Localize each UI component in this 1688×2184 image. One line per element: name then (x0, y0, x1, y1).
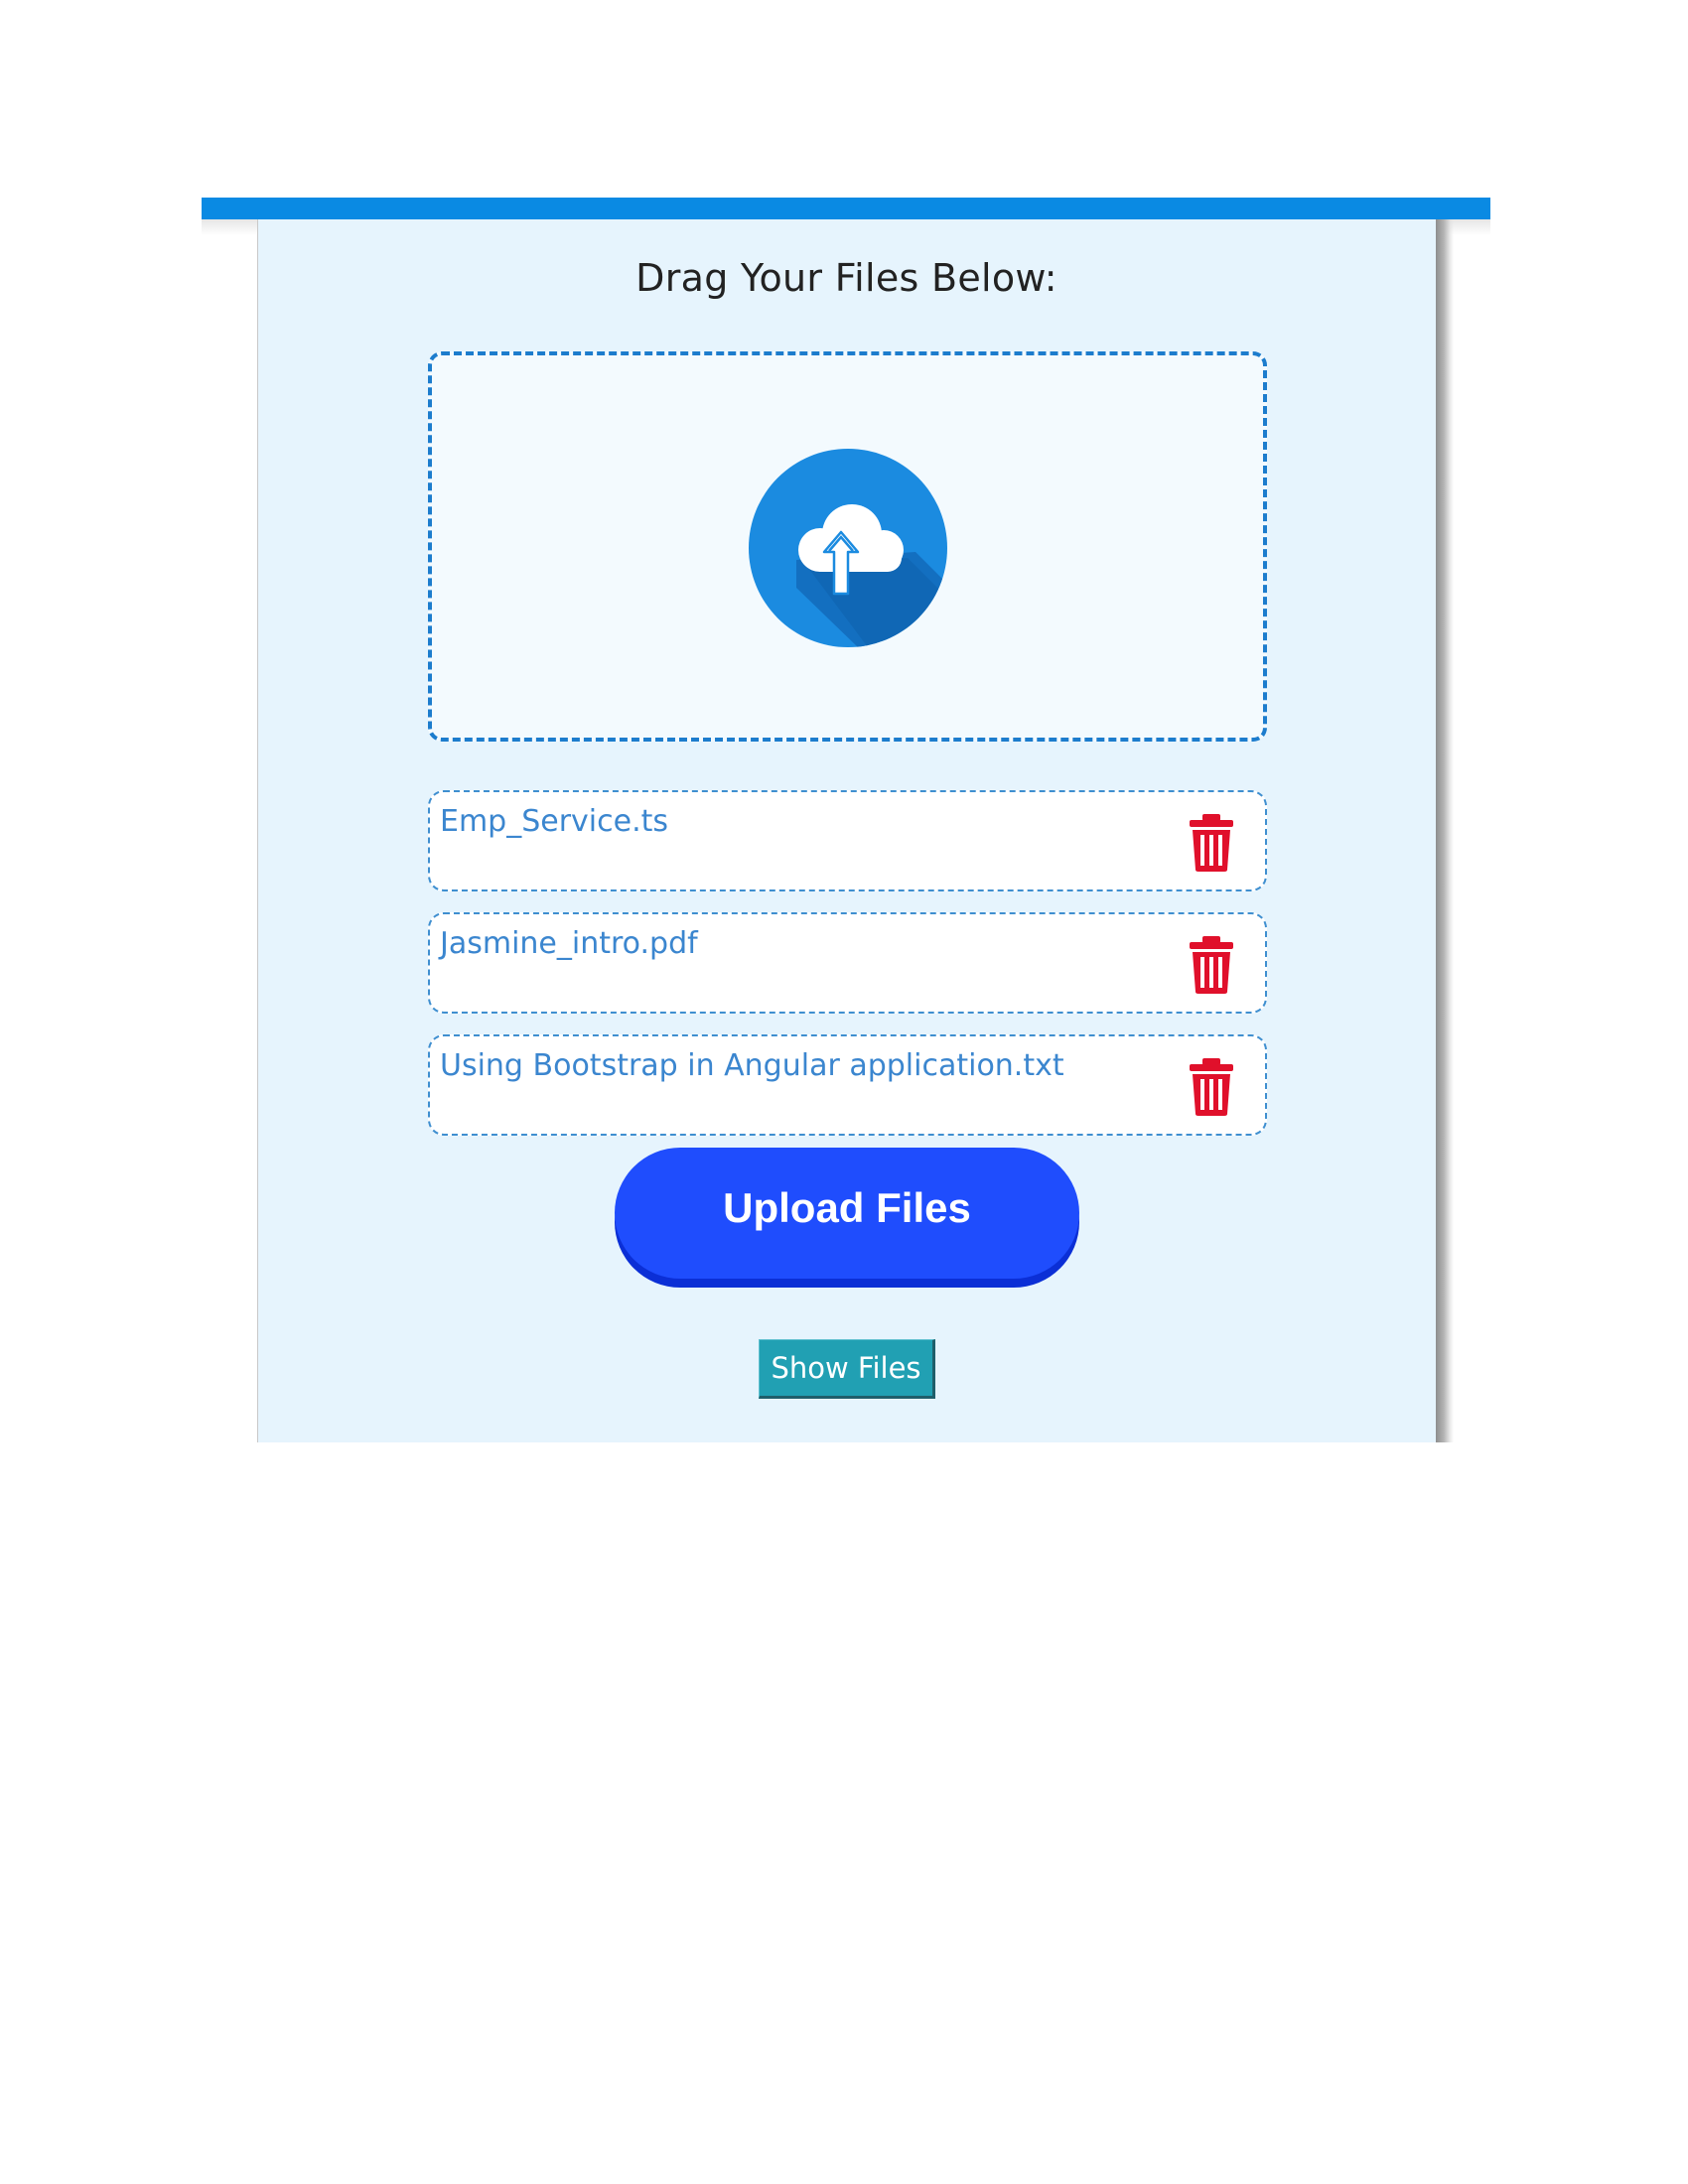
file-list-item: Jasmine_intro.pdf (428, 912, 1267, 1014)
file-list-item: Using Bootstrap in Angular application.t… (428, 1034, 1267, 1136)
trash-icon[interactable] (1189, 814, 1234, 872)
cloud-upload-icon[interactable] (749, 449, 947, 647)
trash-icon[interactable] (1189, 1058, 1234, 1116)
show-files-button[interactable]: Show Files (759, 1339, 935, 1399)
accent-top-bar (202, 198, 1490, 219)
file-name: Using Bootstrap in Angular application.t… (440, 1048, 1064, 1083)
page-title: Drag Your Files Below: (635, 256, 1057, 300)
file-name: Jasmine_intro.pdf (440, 926, 698, 961)
panel-shadow (1436, 219, 1454, 1442)
trash-icon[interactable] (1189, 936, 1234, 994)
file-name: Emp_Service.ts (440, 804, 669, 839)
page: Drag Your Files Below: Emp_Service.ts Ja… (0, 0, 1688, 2184)
upload-files-button[interactable]: Upload Files (615, 1148, 1079, 1279)
file-list-item: Emp_Service.ts (428, 790, 1267, 891)
